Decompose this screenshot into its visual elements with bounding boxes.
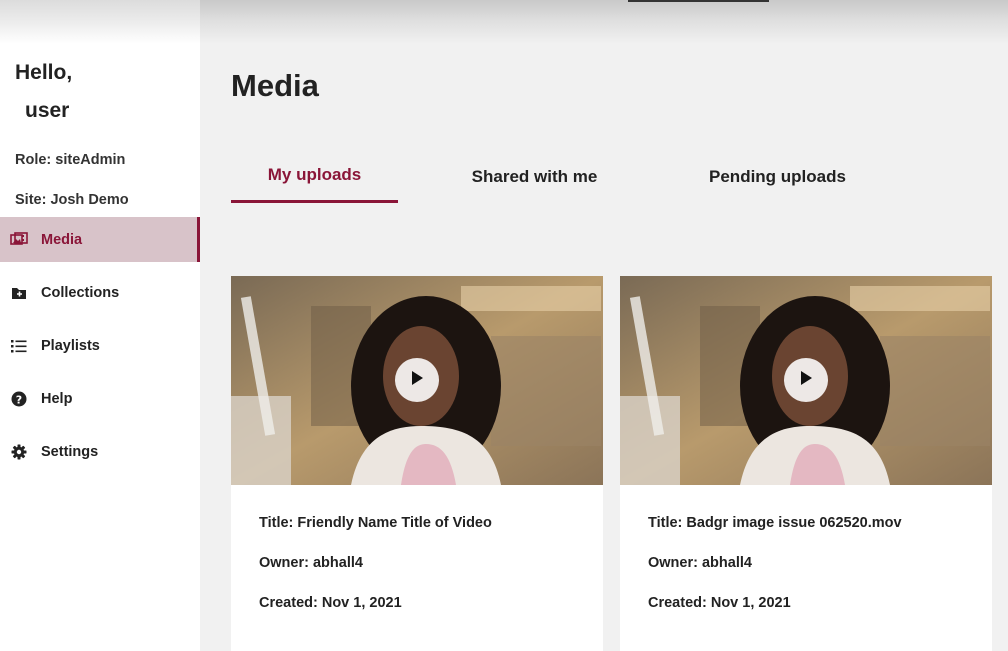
top-bar — [0, 0, 1008, 44]
media-card[interactable]: Title: Friendly Name Title of Video Owne… — [231, 276, 603, 651]
top-bar-left — [0, 0, 200, 44]
top-bar-underline — [628, 0, 769, 2]
svg-text:?: ? — [16, 393, 22, 406]
card-created: Created: Nov 1, 2021 — [259, 595, 402, 611]
greeting-line-2: user — [25, 99, 70, 122]
folder-icon — [10, 284, 28, 302]
play-button[interactable] — [395, 358, 439, 402]
card-created: Created: Nov 1, 2021 — [648, 595, 791, 611]
tab-pending-uploads[interactable]: Pending uploads — [690, 150, 865, 203]
play-button[interactable] — [784, 358, 828, 402]
sidebar-item-collections[interactable]: Collections — [0, 270, 200, 315]
gear-icon — [10, 443, 28, 461]
video-thumbnail[interactable] — [231, 276, 603, 485]
greeting-line-1: Hello, — [15, 61, 73, 84]
card-title: Title: Friendly Name Title of Video — [259, 515, 492, 531]
tab-shared-with-me[interactable]: Shared with me — [453, 150, 616, 203]
page-title: Media — [231, 68, 319, 103]
play-icon — [410, 370, 424, 391]
card-title: Title: Badgr image issue 062520.mov — [648, 515, 902, 531]
sidebar-item-playlists[interactable]: Playlists — [0, 323, 200, 368]
card-owner: Owner: abhall4 — [259, 555, 363, 571]
site-label: Site: Josh Demo — [15, 192, 129, 208]
sidebar-item-label: Media — [41, 231, 83, 248]
play-icon — [799, 370, 813, 391]
list-icon — [10, 337, 28, 355]
help-icon: ? — [10, 390, 28, 408]
sidebar-item-help[interactable]: ? Help — [0, 376, 200, 421]
sidebar-item-media[interactable]: Media — [0, 217, 200, 262]
sidebar-item-label: Help — [41, 390, 73, 407]
sidebar-item-label: Settings — [41, 443, 99, 460]
video-thumbnail[interactable] — [620, 276, 992, 485]
role-label: Role: siteAdmin — [15, 152, 126, 168]
sidebar-item-settings[interactable]: Settings — [0, 429, 200, 474]
media-card[interactable]: Title: Badgr image issue 062520.mov Owne… — [620, 276, 992, 651]
media-icon — [10, 231, 28, 249]
greeting: Hello, user — [15, 54, 72, 130]
tab-my-uploads[interactable]: My uploads — [231, 150, 398, 203]
sidebar-item-label: Collections — [41, 284, 120, 301]
card-owner: Owner: abhall4 — [648, 555, 752, 571]
sidebar-item-label: Playlists — [41, 337, 100, 354]
